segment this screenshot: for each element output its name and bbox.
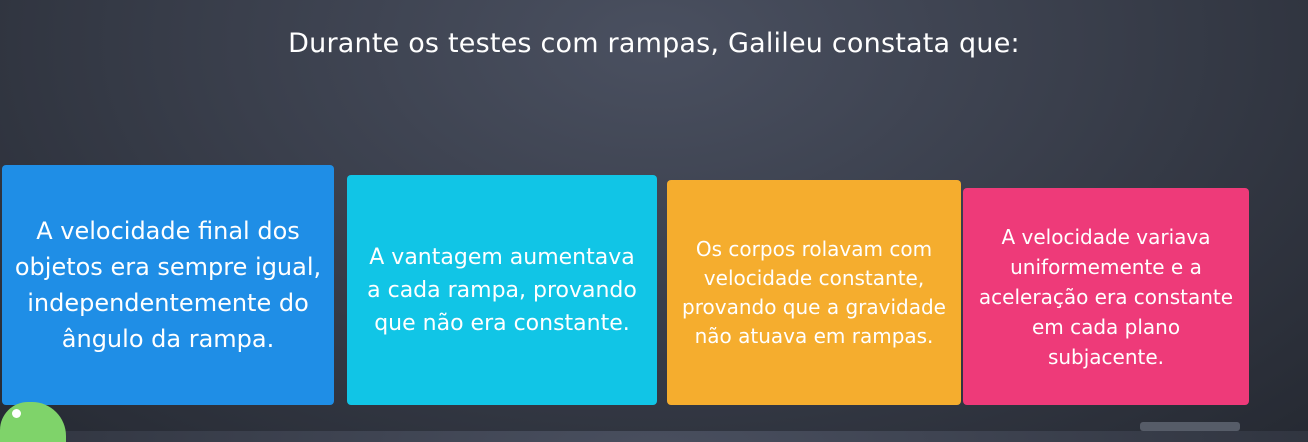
answer-option-2-text: A vantagem aumentava a cada rampa, prova… <box>367 244 637 336</box>
answer-option-2[interactable]: A vantagem aumentava a cada rampa, prova… <box>347 175 657 405</box>
answer-option-3-text: Os corpos rolavam com velocidade constan… <box>682 236 946 348</box>
bottom-indicator <box>1140 422 1240 431</box>
answer-options: A velocidade final dos objetos era sempr… <box>0 0 1308 431</box>
answer-option-4[interactable]: A velocidade variava uniformemente e a a… <box>963 188 1249 405</box>
answer-option-1-text: A velocidade final dos objetos era sempr… <box>14 217 322 353</box>
answer-option-1[interactable]: A velocidade final dos objetos era sempr… <box>2 165 334 405</box>
mascot-eye <box>12 409 21 418</box>
answer-option-3[interactable]: Os corpos rolavam com velocidade constan… <box>667 180 961 405</box>
answer-option-4-text: A velocidade variava uniformemente e a a… <box>978 224 1234 369</box>
